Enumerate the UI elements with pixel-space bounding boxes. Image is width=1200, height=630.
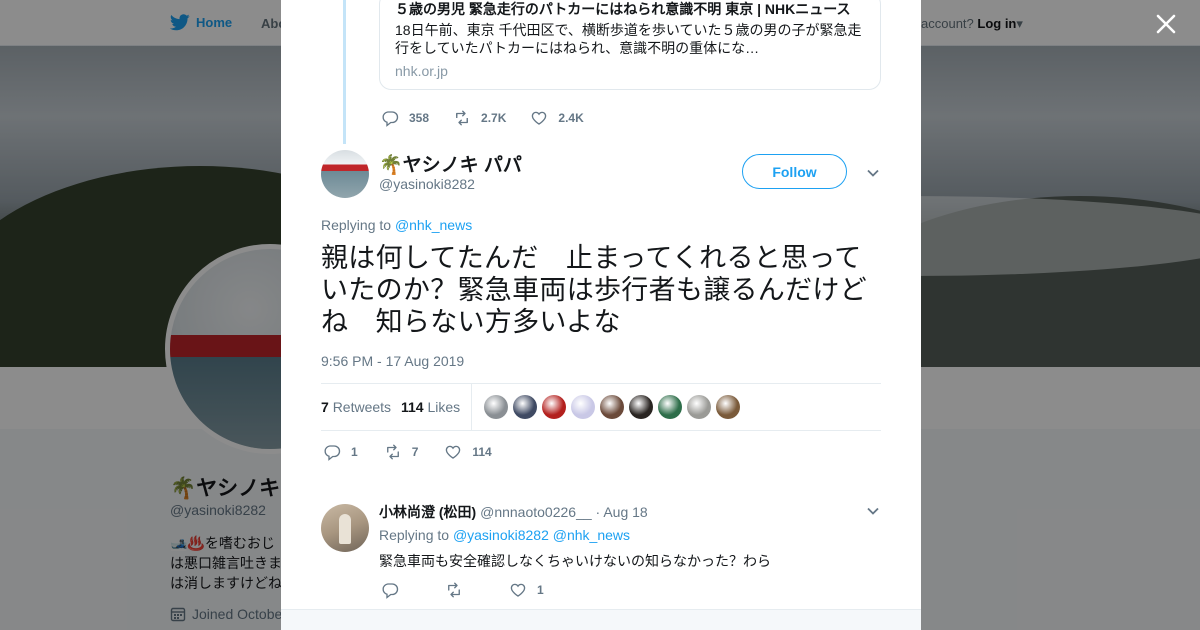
liker-avatar[interactable] <box>629 395 653 419</box>
chevron-down-icon[interactable] <box>866 166 880 180</box>
author-handle[interactable]: @yasinoki8282 <box>379 176 475 192</box>
heart-icon <box>532 111 547 125</box>
replying-prefix: Replying to <box>321 217 392 233</box>
tweet-actions: 1 7 114 <box>323 443 518 461</box>
retweets-stat-label: Retweets <box>332 399 392 415</box>
chevron-down-icon[interactable] <box>866 504 880 518</box>
mention-link[interactable]: @nhk_news <box>395 217 472 233</box>
liker-avatar[interactable] <box>513 395 537 419</box>
like-button[interactable]: 114 <box>444 443 492 461</box>
reply-author-handle[interactable]: @nnnaoto0226__ <box>480 504 592 520</box>
like-count: 1 <box>537 583 544 597</box>
retweet-icon <box>386 444 399 460</box>
retweet-count: 2.7K <box>481 111 507 125</box>
reply-text: 緊急車両も安全確認しなくちゃいけないの知らなかった？わら <box>379 553 771 569</box>
retweet-button[interactable]: 7 <box>384 443 419 461</box>
likes-stat-count: 114 <box>401 399 424 415</box>
liker-avatar[interactable] <box>484 395 508 419</box>
reply-actions: 1 <box>381 581 590 599</box>
reply-button[interactable]: 1 <box>323 443 358 461</box>
retweet-count: 7 <box>411 445 419 459</box>
like-count: 2.4K <box>558 111 584 125</box>
likes-stat[interactable]: 114 Likes <box>401 399 460 415</box>
liker-avatar[interactable] <box>658 395 682 419</box>
author-avatar[interactable] <box>321 150 369 198</box>
card-title: ５歳の男児 緊急走行のパトカーにはねられ意識不明 東京 | NHKニュース <box>395 1 851 17</box>
reply-icon <box>382 111 399 127</box>
reply-author-name[interactable]: 小林尚澄 (松田) <box>379 504 476 520</box>
replying-to-line: Replying to @nhk_news <box>321 217 472 233</box>
retweet-icon <box>448 582 460 598</box>
reply-header: 小林尚澄 (松田) @nnnaoto0226__ · Aug 18 <box>379 502 648 522</box>
heart-icon <box>446 445 461 459</box>
reply-author-avatar[interactable] <box>321 504 369 552</box>
reply-icon <box>324 445 341 461</box>
tweet-stats: 7 Retweets 114 Likes <box>321 383 881 431</box>
liker-avatar[interactable] <box>600 395 624 419</box>
card-domain: nhk.or.jp <box>395 63 448 79</box>
like-button[interactable]: 2.4K <box>530 109 584 127</box>
reply-count: 358 <box>409 111 430 125</box>
liker-avatar[interactable] <box>542 395 566 419</box>
retweet-button[interactable]: 2.7K <box>453 109 506 127</box>
retweets-stat[interactable]: 7 Retweets <box>321 399 391 415</box>
parent-tweet-actions: 358 2.7K 2.4K <box>381 109 608 127</box>
retweet-button[interactable] <box>445 581 463 599</box>
like-button[interactable]: 1 <box>509 581 544 599</box>
tweet-text: 親は何してたんだ 止まってくれると思っていたのか？緊急車両は歩行者も譲るんだけど… <box>321 243 867 337</box>
close-icon[interactable] <box>1153 11 1179 37</box>
reply-date[interactable]: · Aug 18 <box>596 504 648 520</box>
like-count: 114 <box>472 445 492 459</box>
reply-button[interactable]: 358 <box>381 109 429 127</box>
liker-avatar[interactable] <box>571 395 595 419</box>
replying-prefix: Replying to <box>379 527 450 543</box>
likes-stat-label: Likes <box>427 399 461 415</box>
tweet-permalink-modal: ５歳の男児 緊急走行のパトカーにはねられ意識不明 東京 | NHKニュース 18… <box>281 0 921 630</box>
liker-avatar[interactable] <box>716 395 740 419</box>
thread-connector-line <box>343 0 346 144</box>
stats-divider <box>471 384 472 430</box>
mention-link[interactable]: @yasinoki8282 <box>453 527 549 543</box>
reply-count: 1 <box>351 445 358 459</box>
mention-link[interactable]: @nhk_news <box>553 527 630 543</box>
retweet-icon <box>456 110 468 126</box>
tweet-timestamp[interactable]: 9:56 PM - 17 Aug 2019 <box>321 353 464 369</box>
follow-button[interactable]: Follow <box>742 154 847 189</box>
reply-icon <box>382 583 399 599</box>
reply-button[interactable] <box>381 581 399 599</box>
retweets-stat-count: 7 <box>321 399 329 415</box>
link-preview-card[interactable]: ５歳の男児 緊急走行のパトカーにはねられ意識不明 東京 | NHKニュース 18… <box>379 0 881 90</box>
heart-icon <box>510 583 526 597</box>
modal-footer <box>281 609 921 630</box>
author-name[interactable]: 🌴ヤシノキ パパ <box>379 150 522 177</box>
reply-replying-to-line: Replying to @yasinoki8282 @nhk_news <box>379 527 630 543</box>
liker-avatars <box>484 395 740 419</box>
liker-avatar[interactable] <box>687 395 711 419</box>
card-description: 18日午前、東京 千代田区で、横断歩道を歩いていた５歳の男の子が緊急走行をしてい… <box>395 22 862 56</box>
